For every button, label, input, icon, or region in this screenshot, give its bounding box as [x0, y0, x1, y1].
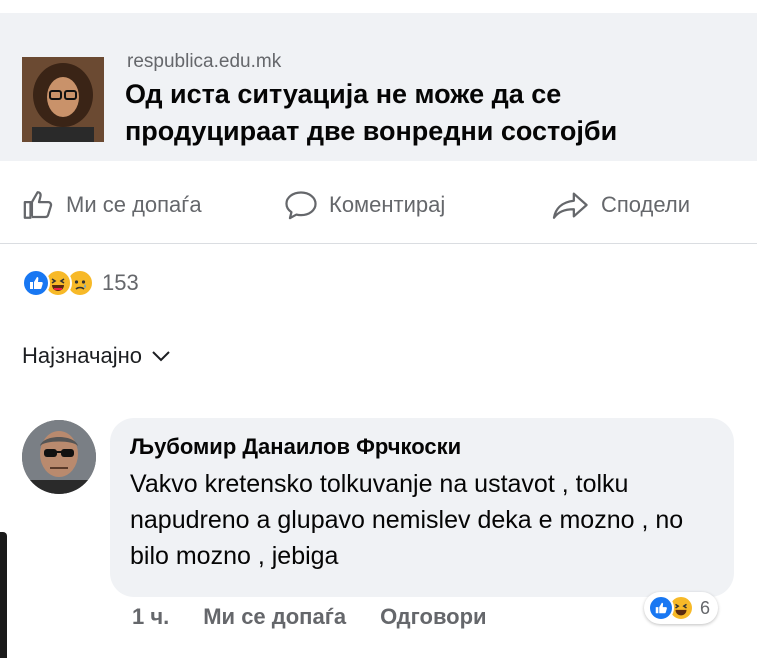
comment-text: Vakvo kretensko tolkuvanje na ustavot , … [130, 470, 684, 570]
comment-like-button[interactable]: Ми се допаѓа [203, 604, 346, 630]
like-icon [648, 595, 674, 621]
link-thumbnail [22, 57, 104, 142]
screen-edge [0, 532, 7, 658]
comment-timestamp[interactable]: 1 ч. [132, 604, 169, 630]
reactions-summary[interactable]: 153 [22, 268, 139, 298]
like-button[interactable]: Ми се допаѓа [22, 188, 202, 222]
portrait-image [22, 57, 104, 142]
comment-reactions[interactable]: 6 [644, 592, 719, 624]
like-icon [22, 269, 50, 297]
avatar[interactable] [22, 420, 96, 494]
share-arrow-icon [552, 192, 588, 219]
comment-reaction-count: 6 [700, 597, 711, 618]
comment-author[interactable]: Љубомир Данаилов Фрчкоски [130, 432, 714, 462]
comment-meta: 1 ч. Ми се допаѓа Одговори [132, 604, 521, 630]
link-preview-card[interactable]: respublica.edu.mk Од иста ситуација не м… [0, 13, 757, 161]
link-title[interactable]: Од иста ситуација не може да се продуцир… [125, 76, 735, 150]
reaction-count: 153 [102, 270, 139, 295]
sort-label: Најзначајно [22, 343, 142, 368]
commenter-avatar-image [22, 420, 96, 494]
comment-reply-button[interactable]: Одговори [380, 604, 486, 630]
comment-bubble-icon [285, 191, 317, 220]
chevron-down-icon [152, 351, 170, 362]
post-actions-bar: Ми се допаѓа Коментирај Сподели [0, 170, 757, 240]
comment-button[interactable]: Коментирај [283, 188, 445, 222]
thumbs-up-icon [23, 191, 53, 219]
like-button-label: Ми се допаѓа [66, 192, 202, 217]
comment-bubble: Љубомир Данаилов Фрчкоски Vakvo kretensk… [110, 418, 734, 597]
comment-button-label: Коментирај [329, 192, 446, 217]
share-button[interactable]: Сподели [551, 188, 690, 222]
comment-sort-dropdown[interactable]: Најзначајно [22, 343, 172, 369]
share-button-label: Сподели [601, 192, 691, 217]
divider [0, 243, 757, 244]
link-domain: respublica.edu.mk [127, 51, 282, 72]
